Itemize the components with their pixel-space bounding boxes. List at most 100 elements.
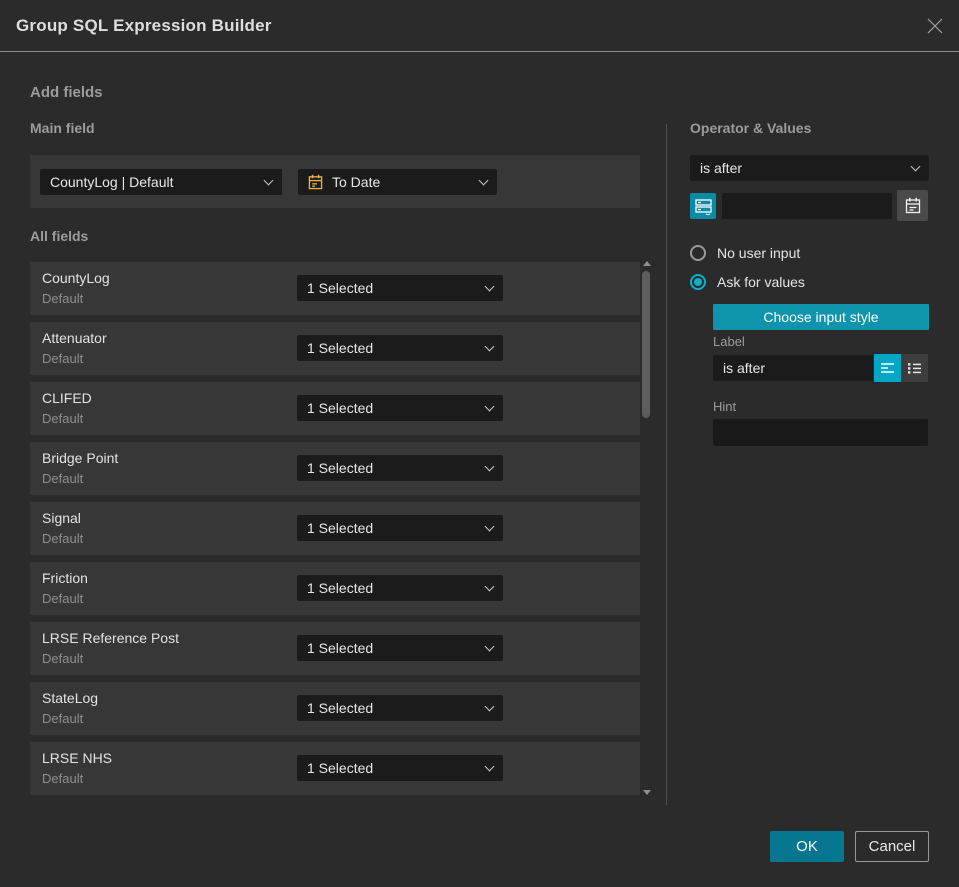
field-name: StateLog bbox=[42, 690, 99, 706]
field-selection-value: 1 Selected bbox=[307, 580, 374, 596]
chevron-down-icon bbox=[484, 761, 495, 772]
field-row: StateLog Default 1 Selected bbox=[30, 682, 640, 735]
field-selection-value: 1 Selected bbox=[307, 700, 374, 716]
field-subtitle: Default bbox=[42, 771, 84, 786]
field-selection-select[interactable]: 1 Selected bbox=[297, 335, 503, 361]
field-name: Signal bbox=[42, 510, 81, 526]
label-input[interactable] bbox=[713, 355, 873, 381]
field-subtitle: Default bbox=[42, 471, 84, 486]
value-input[interactable] bbox=[722, 193, 892, 219]
chevron-down-icon bbox=[484, 341, 495, 352]
group-sql-expression-builder-dialog: Group SQL Expression Builder Add fields … bbox=[0, 0, 959, 887]
field-name: Attenuator bbox=[42, 330, 107, 346]
radio-circle bbox=[690, 245, 706, 261]
field-subtitle: Default bbox=[42, 651, 84, 666]
field-subtitle: Default bbox=[42, 351, 84, 366]
field-selection-select[interactable]: 1 Selected bbox=[297, 275, 503, 301]
field-selection-select[interactable]: 1 Selected bbox=[297, 455, 503, 481]
dialog-title: Group SQL Expression Builder bbox=[16, 16, 272, 35]
main-field-panel: CountyLog | Default To Date bbox=[30, 155, 640, 208]
radio-no-user-input[interactable]: No user input bbox=[690, 245, 800, 261]
field-subtitle: Default bbox=[42, 711, 84, 726]
all-fields-label: All fields bbox=[30, 228, 89, 244]
input-style-list-button[interactable] bbox=[901, 354, 928, 382]
chevron-down-icon bbox=[484, 521, 495, 532]
field-selection-value: 1 Selected bbox=[307, 340, 374, 356]
field-subtitle: Default bbox=[42, 531, 84, 546]
input-style-text-button[interactable] bbox=[874, 354, 901, 382]
field-row: CLIFED Default 1 Selected bbox=[30, 382, 640, 435]
field-row: Signal Default 1 Selected bbox=[30, 502, 640, 555]
field-selection-value: 1 Selected bbox=[307, 280, 374, 296]
scrollbar-thumb[interactable] bbox=[642, 271, 650, 418]
chevron-down-icon bbox=[484, 281, 495, 292]
radio-label: No user input bbox=[717, 245, 801, 261]
label-field-label: Label bbox=[713, 334, 745, 349]
field-row: Bridge Point Default 1 Selected bbox=[30, 442, 640, 495]
cancel-button[interactable]: Cancel bbox=[855, 831, 929, 862]
field-name: LRSE Reference Post bbox=[42, 630, 179, 646]
list-icon bbox=[907, 362, 922, 375]
title-bar: Group SQL Expression Builder bbox=[0, 0, 959, 52]
field-selection-value: 1 Selected bbox=[307, 520, 374, 536]
chevron-down-icon bbox=[478, 175, 489, 186]
calendar-icon bbox=[905, 197, 921, 214]
operator-select-value: is after bbox=[700, 160, 743, 176]
field-row: LRSE Reference Post Default 1 Selected bbox=[30, 622, 640, 675]
main-field-select[interactable]: CountyLog | Default bbox=[40, 169, 282, 195]
align-left-icon bbox=[880, 362, 895, 375]
choose-input-style-button[interactable]: Choose input style bbox=[713, 304, 929, 330]
main-field-select-value: CountyLog | Default bbox=[50, 174, 174, 190]
field-row: CountyLog Default 1 Selected bbox=[30, 262, 640, 315]
scroll-up-icon[interactable] bbox=[643, 261, 651, 266]
field-row: Attenuator Default 1 Selected bbox=[30, 322, 640, 375]
operator-values-heading: Operator & Values bbox=[690, 120, 812, 136]
field-subtitle: Default bbox=[42, 291, 84, 306]
field-selection-select[interactable]: 1 Selected bbox=[297, 755, 503, 781]
field-selection-select[interactable]: 1 Selected bbox=[297, 395, 503, 421]
add-fields-heading: Add fields bbox=[30, 84, 103, 101]
field-selection-value: 1 Selected bbox=[307, 400, 374, 416]
chevron-down-icon bbox=[263, 175, 274, 186]
chevron-down-icon bbox=[484, 461, 495, 472]
field-selection-select[interactable]: 1 Selected bbox=[297, 575, 503, 601]
field-subtitle: Default bbox=[42, 591, 84, 606]
field-selection-value: 1 Selected bbox=[307, 760, 374, 776]
operator-select[interactable]: is after bbox=[690, 155, 929, 181]
field-selection-value: 1 Selected bbox=[307, 460, 374, 476]
field-selection-select[interactable]: 1 Selected bbox=[297, 515, 503, 541]
chevron-down-icon bbox=[484, 701, 495, 712]
ok-button[interactable]: OK bbox=[770, 831, 844, 862]
field-row: Friction Default 1 Selected bbox=[30, 562, 640, 615]
field-selection-select[interactable]: 1 Selected bbox=[297, 695, 503, 721]
close-icon[interactable] bbox=[926, 17, 944, 35]
radio-circle bbox=[690, 274, 706, 290]
radio-label: Ask for values bbox=[717, 274, 805, 290]
field-name: Bridge Point bbox=[42, 450, 119, 466]
main-field-label: Main field bbox=[30, 120, 95, 136]
chevron-down-icon bbox=[484, 401, 495, 412]
field-selection-select[interactable]: 1 Selected bbox=[297, 635, 503, 661]
radio-ask-for-values[interactable]: Ask for values bbox=[690, 274, 805, 290]
input-type-button[interactable] bbox=[690, 193, 716, 219]
field-name: LRSE NHS bbox=[42, 750, 113, 766]
chevron-down-icon bbox=[484, 641, 495, 652]
field-name: CLIFED bbox=[42, 390, 92, 406]
hint-field-label: Hint bbox=[713, 399, 737, 414]
field-row: LRSE NHS Default 1 Selected bbox=[30, 742, 640, 795]
stacked-input-icon bbox=[694, 198, 712, 215]
main-field-date-value: To Date bbox=[332, 174, 381, 190]
chevron-down-icon bbox=[484, 581, 495, 592]
field-name: CountyLog bbox=[42, 270, 110, 286]
calendar-icon bbox=[308, 174, 323, 190]
scroll-down-icon[interactable] bbox=[643, 790, 651, 795]
field-subtitle: Default bbox=[42, 411, 84, 426]
vertical-divider bbox=[666, 124, 667, 805]
chevron-down-icon bbox=[910, 161, 921, 172]
date-picker-button[interactable] bbox=[897, 190, 928, 221]
hint-input[interactable] bbox=[713, 419, 928, 446]
field-selection-value: 1 Selected bbox=[307, 640, 374, 656]
main-field-date-select[interactable]: To Date bbox=[298, 169, 497, 195]
list-scrollbar[interactable] bbox=[641, 258, 652, 798]
field-name: Friction bbox=[42, 570, 88, 586]
